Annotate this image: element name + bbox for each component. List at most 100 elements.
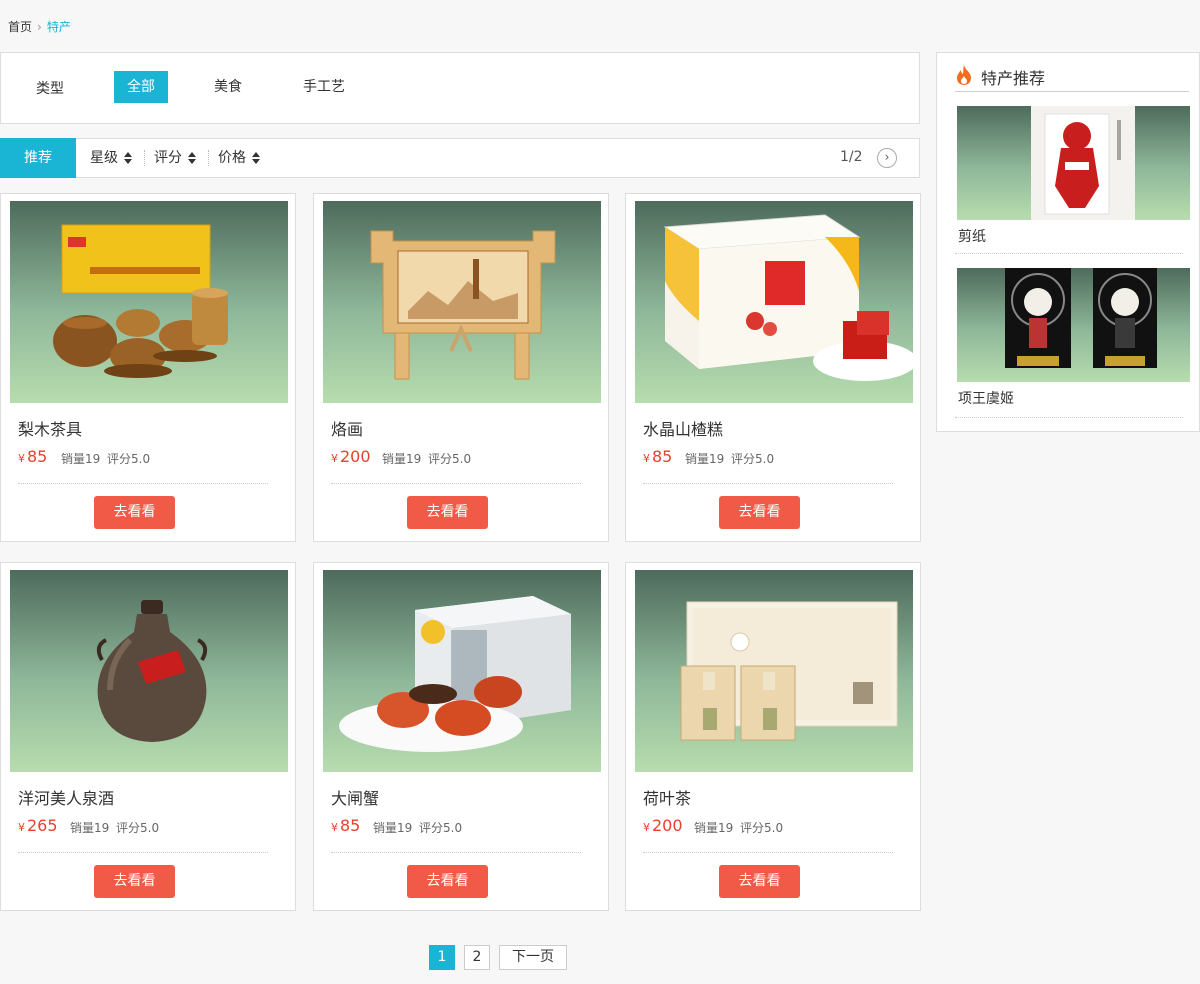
product-price: ¥200	[643, 816, 683, 835]
product-card[interactable]: 烙画 ¥200 销量19 评分5.0 去看看	[313, 193, 609, 542]
product-sales: 销量19	[373, 821, 413, 835]
sort-rating-button[interactable]: 评分	[154, 149, 196, 167]
product-name[interactable]: 洋河美人泉酒	[18, 785, 114, 809]
card-divider	[643, 483, 893, 484]
filter-option-handicraft[interactable]: 手工艺	[290, 71, 358, 103]
price-value: 85	[340, 816, 361, 835]
type-filter-panel: 类型 全部 美食 手工艺	[0, 52, 920, 124]
fire-icon	[957, 65, 971, 85]
recommend-sidebar: 特产推荐 剪纸 项王虞姬	[936, 52, 1200, 432]
next-page-button[interactable]: 下一页	[499, 945, 567, 970]
product-image-lotus-tea[interactable]	[635, 570, 913, 772]
chevron-right-circle-icon[interactable]: ›	[877, 148, 897, 168]
sidebar-item-divider	[955, 253, 1183, 254]
price-value: 85	[27, 447, 48, 466]
sidebar-item-label[interactable]: 剪纸	[958, 226, 986, 246]
view-button[interactable]: 去看看	[407, 496, 488, 529]
sidebar-divider	[955, 91, 1189, 92]
opera-figures-picture	[1005, 268, 1157, 368]
product-name[interactable]: 荷叶茶	[643, 785, 691, 809]
product-sales: 销量19	[685, 452, 725, 466]
product-price: ¥85	[18, 447, 47, 466]
page-1-button[interactable]: 1	[429, 945, 455, 970]
sidebar-item-divider	[955, 417, 1183, 418]
product-rating: 评分5.0	[428, 452, 472, 466]
product-sales: 销量19	[61, 452, 101, 466]
price-value: 200	[340, 447, 371, 466]
breadcrumb: 首页 › 特产	[8, 18, 71, 35]
sort-price-label: 价格	[218, 150, 246, 166]
chevron-right-icon: ›	[37, 19, 42, 34]
sort-arrows-icon	[124, 152, 132, 164]
currency-symbol: ¥	[18, 821, 25, 834]
sidebar-item-label[interactable]: 项王虞姬	[958, 388, 1014, 408]
crab-box-picture	[339, 596, 571, 752]
price-value: 85	[652, 447, 673, 466]
card-divider	[331, 852, 581, 853]
product-name[interactable]: 烙画	[331, 416, 363, 440]
sort-bar: 推荐 星级 评分 价格 1/2 ›	[0, 138, 920, 178]
sidebar-thumb-opera[interactable]	[957, 268, 1190, 382]
product-price: ¥85	[643, 447, 672, 466]
product-image-tea-set[interactable]	[10, 201, 288, 403]
filter-option-food[interactable]: 美食	[201, 71, 255, 103]
view-button[interactable]: 去看看	[94, 865, 175, 898]
currency-symbol: ¥	[18, 452, 25, 465]
filter-option-all[interactable]: 全部	[114, 71, 168, 103]
card-divider	[18, 852, 268, 853]
price-value: 265	[27, 816, 58, 835]
sort-recommend-tab[interactable]: 推荐	[0, 138, 76, 178]
card-divider	[18, 483, 268, 484]
sort-star-label: 星级	[90, 150, 118, 166]
sidebar-title: 特产推荐	[981, 69, 1046, 88]
lotus-tea-picture	[680, 601, 898, 741]
sort-price-button[interactable]: 价格	[218, 149, 260, 167]
sort-rating-label: 评分	[154, 150, 182, 166]
product-card[interactable]: 荷叶茶 ¥200 销量19 评分5.0 去看看	[625, 562, 921, 911]
product-rating: 评分5.0	[107, 452, 151, 466]
product-sales: 销量19	[382, 452, 422, 466]
product-sales: 销量19	[694, 821, 734, 835]
page-indicator: 1/2	[840, 149, 863, 165]
product-price: ¥265	[18, 816, 58, 835]
product-rating: 评分5.0	[116, 821, 160, 835]
page-2-button[interactable]: 2	[464, 945, 490, 970]
view-button[interactable]: 去看看	[407, 865, 488, 898]
product-card[interactable]: 大闸蟹 ¥85 销量19 评分5.0 去看看	[313, 562, 609, 911]
view-button[interactable]: 去看看	[719, 496, 800, 529]
product-name[interactable]: 梨木茶具	[18, 416, 82, 440]
pagination: 1 2 下一页	[429, 945, 576, 970]
filter-label: 类型	[36, 81, 64, 97]
papercut-picture	[1031, 106, 1135, 220]
view-button[interactable]: 去看看	[94, 496, 175, 529]
product-image-pyrography[interactable]	[323, 201, 601, 403]
currency-symbol: ¥	[643, 452, 650, 465]
currency-symbol: ¥	[331, 821, 338, 834]
sort-arrows-icon	[188, 152, 196, 164]
tea-set-picture	[53, 224, 228, 378]
product-price: ¥200	[331, 447, 371, 466]
hawthorn-cake-picture	[663, 214, 913, 381]
product-image-crab[interactable]	[323, 570, 601, 772]
product-image-liquor[interactable]	[10, 570, 288, 772]
product-card[interactable]: 水晶山楂糕 ¥85 销量19 评分5.0 去看看	[625, 193, 921, 542]
product-price: ¥85	[331, 816, 360, 835]
sort-divider	[144, 150, 145, 166]
card-divider	[643, 852, 893, 853]
sort-star-button[interactable]: 星级	[90, 149, 132, 167]
liquor-bottle-picture	[96, 600, 208, 742]
breadcrumb-home-link[interactable]: 首页	[8, 18, 32, 35]
pyrography-picture	[370, 230, 556, 380]
product-name[interactable]: 水晶山楂糕	[643, 416, 723, 440]
product-name[interactable]: 大闸蟹	[331, 785, 379, 809]
sort-divider	[208, 150, 209, 166]
product-image-hawthorn-cake[interactable]	[635, 201, 913, 403]
sidebar-thumb-papercut[interactable]	[957, 106, 1190, 220]
view-button[interactable]: 去看看	[719, 865, 800, 898]
currency-symbol: ¥	[643, 821, 650, 834]
sort-arrows-icon	[252, 152, 260, 164]
breadcrumb-current: 特产	[46, 20, 71, 34]
product-card[interactable]: 梨木茶具 ¥85 销量19 评分5.0 去看看	[0, 193, 296, 542]
product-card[interactable]: 洋河美人泉酒 ¥265 销量19 评分5.0 去看看	[0, 562, 296, 911]
product-rating: 评分5.0	[740, 821, 784, 835]
